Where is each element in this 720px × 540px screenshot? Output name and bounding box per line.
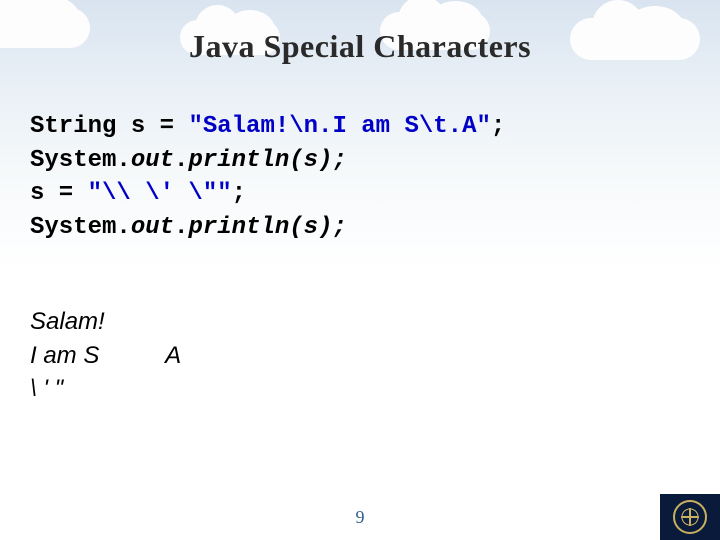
- code-line: System.out.println(s);: [30, 211, 505, 245]
- university-logo-icon: [673, 500, 707, 534]
- code-text: System.: [30, 214, 131, 241]
- code-text: .: [174, 214, 188, 241]
- footer-logo-bar: [660, 494, 720, 540]
- code-text: System.: [30, 147, 131, 174]
- code-line: System.out.println(s);: [30, 144, 505, 178]
- code-call: println(s);: [188, 214, 346, 241]
- code-line: String s = "Salam!\n.I am S\t.A";: [30, 110, 505, 144]
- string-literal: "Salam!\n.I am S\t.A": [188, 113, 490, 140]
- output-line: \ ' ": [30, 375, 63, 402]
- code-call: println(s);: [188, 147, 346, 174]
- output-line: I am S A: [30, 342, 181, 369]
- code-text: ;: [491, 113, 505, 140]
- code-field: out: [131, 214, 174, 241]
- page-number: 9: [0, 507, 720, 528]
- code-text: s =: [30, 180, 88, 207]
- output-block: Salam! I am S A \ ' ": [30, 305, 181, 406]
- code-text: .: [174, 147, 188, 174]
- code-field: out: [131, 147, 174, 174]
- code-line: s = "\\ \' \"";: [30, 177, 505, 211]
- slide-title: Java Special Characters: [0, 28, 720, 65]
- code-text: String s =: [30, 113, 188, 140]
- code-text: ;: [232, 180, 246, 207]
- output-line: Salam!: [30, 308, 105, 335]
- code-block: String s = "Salam!\n.I am S\t.A"; System…: [30, 110, 505, 244]
- string-literal: "\\ \' \"": [88, 180, 232, 207]
